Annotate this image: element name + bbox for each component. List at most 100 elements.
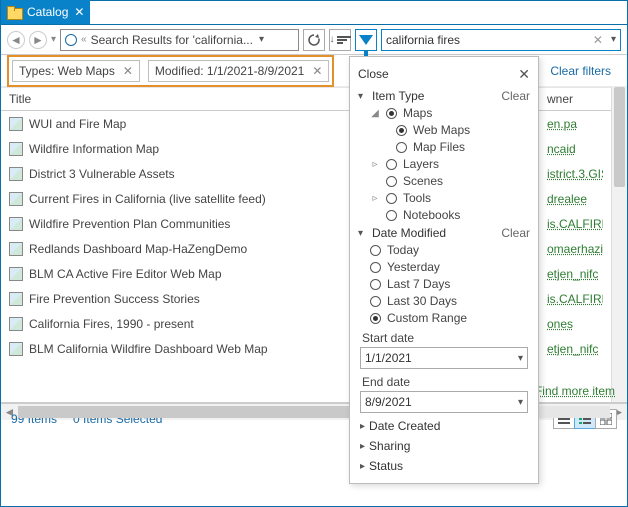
owner-link[interactable]: ones xyxy=(547,317,573,331)
tab-title: Catalog xyxy=(27,5,68,19)
globe-icon xyxy=(65,34,77,46)
search-input[interactable] xyxy=(382,33,589,47)
opt-tools[interactable]: ▹Tools xyxy=(370,191,530,205)
colhead-owner[interactable]: wner xyxy=(539,87,611,111)
row-owner[interactable]: en.pa xyxy=(539,111,611,136)
opt-maps[interactable]: ◢Maps xyxy=(370,106,530,120)
opt-layers[interactable]: ▹Layers xyxy=(370,157,530,171)
owner-link[interactable]: omaerhazi_W xyxy=(547,242,603,256)
map-icon xyxy=(9,242,23,256)
chip-remove-icon[interactable]: ✕ xyxy=(123,64,133,78)
search-box: ✕ ▾ xyxy=(381,29,621,51)
owner-link[interactable]: ncaid xyxy=(547,142,576,156)
opt-last30[interactable]: Last 30 Days xyxy=(370,294,530,308)
nav-history-dropdown-icon[interactable]: ▾ xyxy=(51,34,56,45)
radio-icon xyxy=(370,313,381,324)
sort-icon xyxy=(337,36,351,44)
owner-link[interactable]: etjen_nifc xyxy=(547,342,598,356)
opt-scenes[interactable]: Scenes xyxy=(370,174,530,188)
row-owner[interactable]: istrict.3.GIS xyxy=(539,161,611,186)
owner-link[interactable]: drealee xyxy=(547,192,587,206)
find-more-link[interactable]: Find more item xyxy=(535,384,615,398)
clear-filters-link[interactable]: Clear filters xyxy=(550,64,621,78)
popup-close-icon[interactable]: ✕ xyxy=(518,66,530,83)
section-sharing[interactable]: ▸Sharing xyxy=(360,439,530,453)
row-owner[interactable]: etjen_nifc xyxy=(539,336,611,361)
row-owner[interactable]: omaerhazi_W xyxy=(539,236,611,261)
row-owner[interactable]: drealee xyxy=(539,186,611,211)
radio-icon xyxy=(386,159,397,170)
owner-link[interactable]: en.pa xyxy=(547,117,577,131)
owner-link[interactable]: etjen_nifc xyxy=(547,267,598,281)
radio-icon xyxy=(396,142,407,153)
chevron-right-icon: ▸ xyxy=(360,461,365,472)
chevron-right-icon: ▹ xyxy=(370,159,380,170)
opt-web-maps[interactable]: Web Maps xyxy=(396,123,530,137)
map-icon xyxy=(9,117,23,131)
radio-icon xyxy=(386,176,397,187)
chevron-right-icon: ▸ xyxy=(360,441,365,452)
chip-remove-icon[interactable]: ✕ xyxy=(312,64,322,78)
filter-button[interactable] xyxy=(355,29,377,51)
nav-back-button[interactable]: ◄ xyxy=(7,31,25,49)
tab-bar: Catalog ✕ xyxy=(1,1,627,25)
section-status[interactable]: ▸Status xyxy=(360,459,530,473)
chevron-down-icon: ▾ xyxy=(518,353,523,364)
row-owner[interactable]: ncaid xyxy=(539,136,611,161)
chevron-down-icon: ◢ xyxy=(370,108,380,119)
map-icon xyxy=(9,342,23,356)
chip-types[interactable]: Types: Web Maps ✕ xyxy=(12,60,140,82)
start-date-input[interactable]: 1/1/2021▾ xyxy=(360,347,528,369)
section-date-modified[interactable]: ▾ Date Modified Clear xyxy=(358,226,530,240)
search-dropdown-icon[interactable]: ▾ xyxy=(607,34,620,45)
opt-notebooks[interactable]: Notebooks xyxy=(370,208,530,222)
opt-map-files[interactable]: Map Files xyxy=(396,140,530,154)
toolbar: ◄ ► ▾ « Search Results for 'california..… xyxy=(1,25,627,55)
section-date-created[interactable]: ▸Date Created xyxy=(360,419,530,433)
address-bar[interactable]: « Search Results for 'california... ▾ xyxy=(60,29,299,51)
clear-date-modified[interactable]: Clear xyxy=(501,226,530,240)
radio-icon xyxy=(386,193,397,204)
radio-icon xyxy=(370,296,381,307)
opt-yesterday[interactable]: Yesterday xyxy=(370,260,530,274)
vertical-scrollbar[interactable] xyxy=(611,87,627,402)
radio-icon xyxy=(370,279,381,290)
filter-chips-highlight: Types: Web Maps ✕ Modified: 1/1/2021-8/9… xyxy=(7,55,334,87)
filter-popup: Close ✕ ▾ Item Type Clear ◢Maps Web Maps… xyxy=(349,56,539,484)
chip-modified[interactable]: Modified: 1/1/2021-8/9/2021 ✕ xyxy=(148,60,330,82)
radio-icon xyxy=(370,245,381,256)
section-item-type[interactable]: ▾ Item Type Clear xyxy=(358,89,530,103)
radio-icon xyxy=(386,108,397,119)
radio-icon xyxy=(396,125,407,136)
chevron-right-icon: ▹ xyxy=(370,193,380,204)
owner-link[interactable]: istrict.3.GIS xyxy=(547,167,603,181)
refresh-button[interactable] xyxy=(303,29,325,51)
owner-link[interactable]: is.CALFIRE xyxy=(547,292,603,306)
end-date-label: End date xyxy=(362,375,530,389)
column-owner: wner en.pa ncaid istrict.3.GIS drealee is.CA… xyxy=(539,87,611,402)
row-owner[interactable]: is.CALFIRE xyxy=(539,286,611,311)
map-icon xyxy=(9,167,23,181)
row-owner[interactable]: is.CALFIRE xyxy=(539,211,611,236)
map-icon xyxy=(9,292,23,306)
tab-close-icon[interactable]: ✕ xyxy=(74,5,84,19)
opt-custom[interactable]: Custom Range xyxy=(370,311,530,325)
nav-forward-button[interactable]: ► xyxy=(29,31,47,49)
chevron-down-icon: ▾ xyxy=(358,228,368,239)
row-owner[interactable]: ones xyxy=(539,311,611,336)
popup-close-label[interactable]: Close xyxy=(358,67,518,81)
end-date-input[interactable]: 8/9/2021▾ xyxy=(360,391,528,413)
address-text: Search Results for 'california... xyxy=(91,33,253,47)
refresh-icon xyxy=(307,33,321,47)
address-dropdown-icon[interactable]: ▾ xyxy=(257,34,266,45)
row-owner[interactable]: etjen_nifc xyxy=(539,261,611,286)
opt-last7[interactable]: Last 7 Days xyxy=(370,277,530,291)
radio-icon xyxy=(370,262,381,273)
tab-catalog[interactable]: Catalog ✕ xyxy=(1,0,90,24)
clear-item-type[interactable]: Clear xyxy=(501,89,530,103)
opt-today[interactable]: Today xyxy=(370,243,530,257)
sort-button[interactable]: ↓ xyxy=(329,29,351,51)
owner-link[interactable]: is.CALFIRE xyxy=(547,217,603,231)
search-clear-icon[interactable]: ✕ xyxy=(589,33,607,47)
chevron-right-icon: ▸ xyxy=(360,421,365,432)
